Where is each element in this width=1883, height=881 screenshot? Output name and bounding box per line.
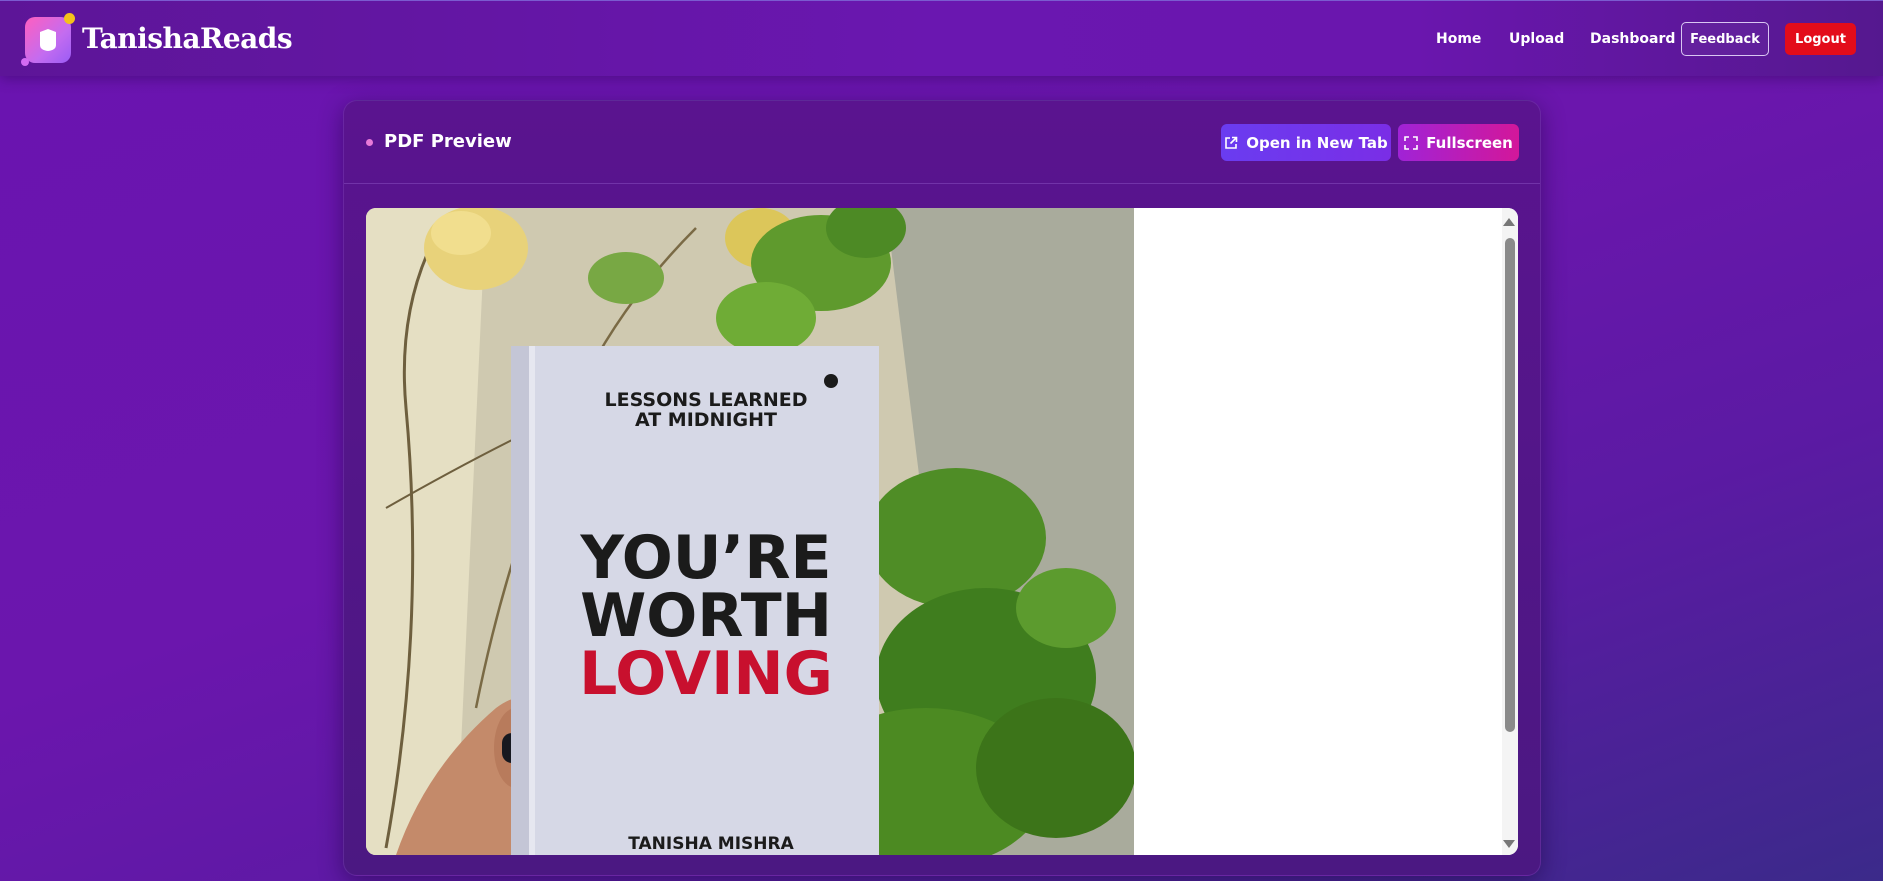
scroll-down-arrow-icon[interactable] bbox=[1503, 840, 1515, 848]
pdf-scrollbar[interactable] bbox=[1502, 208, 1518, 855]
brand-name[interactable]: TanishaReads bbox=[82, 21, 293, 57]
card-title: PDF Preview bbox=[384, 131, 512, 152]
scrollbar-thumb[interactable] bbox=[1505, 238, 1515, 732]
logo-accent-dot bbox=[64, 13, 75, 24]
pdf-preview-card: PDF Preview Open in New Tab Fullscreen N… bbox=[343, 100, 1541, 876]
book-title-line3: LOVING bbox=[579, 639, 833, 709]
top-navbar: TanishaReads Home Upload Dashboard Feedb… bbox=[0, 0, 1883, 76]
open-in-new-tab-button[interactable]: Open in New Tab bbox=[1221, 124, 1391, 161]
external-link-icon bbox=[1225, 136, 1238, 149]
nav-upload-link[interactable]: Upload bbox=[1509, 26, 1564, 52]
scroll-up-arrow-icon[interactable] bbox=[1503, 218, 1515, 226]
logo[interactable] bbox=[25, 17, 71, 63]
publisher-mark: N bbox=[831, 378, 838, 387]
open-in-new-tab-label: Open in New Tab bbox=[1246, 133, 1388, 152]
book-shield-icon bbox=[40, 29, 56, 51]
logout-button[interactable]: Logout bbox=[1785, 23, 1856, 55]
fullscreen-button[interactable]: Fullscreen bbox=[1398, 124, 1519, 161]
book-author: TANISHA MISHRA bbox=[628, 834, 794, 854]
title-bullet-dot bbox=[366, 139, 373, 146]
fullscreen-icon bbox=[1404, 135, 1418, 150]
book-photo-illustration: N LESSONS LEARNED AT MIDNIGHT YOU’RE WOR… bbox=[366, 208, 1134, 855]
nav-dashboard-link[interactable]: Dashboard bbox=[1590, 26, 1675, 52]
logo-accent-dot bbox=[21, 58, 29, 66]
book-subtitle-line2: AT MIDNIGHT bbox=[635, 409, 777, 431]
book-cover-photo: N LESSONS LEARNED AT MIDNIGHT YOU’RE WOR… bbox=[366, 208, 1134, 855]
book-subtitle-line1: LESSONS LEARNED bbox=[604, 389, 807, 411]
pdf-viewer[interactable]: N LESSONS LEARNED AT MIDNIGHT YOU’RE WOR… bbox=[366, 208, 1518, 855]
feedback-button[interactable]: Feedback bbox=[1681, 22, 1769, 56]
fullscreen-label: Fullscreen bbox=[1426, 133, 1513, 152]
nav-home-link[interactable]: Home bbox=[1436, 26, 1481, 52]
card-header: PDF Preview Open in New Tab Fullscreen bbox=[344, 101, 1540, 184]
